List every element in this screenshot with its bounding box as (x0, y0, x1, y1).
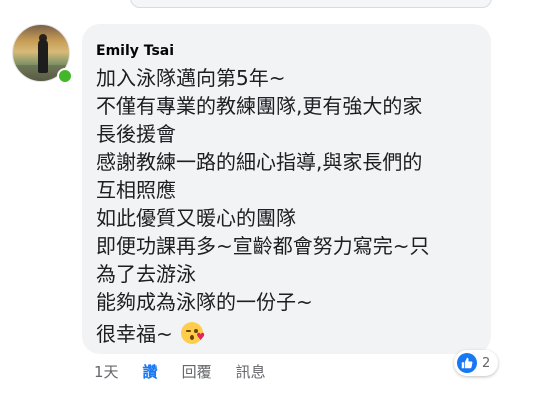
comment-closing-line: 很幸福~ ♥ (96, 320, 477, 348)
comment-line: 加入泳隊邁向第5年~ (96, 66, 286, 90)
comment-closing-text: 很幸福~ (96, 322, 173, 346)
comment-bubble: Emily Tsai 加入泳隊邁向第5年~ 不僅有專業的教練團隊,更有強大的家 … (82, 24, 491, 354)
comment-actions: 1天 讚 回覆 訊息 (94, 362, 290, 382)
emoji-heart-icon: ♥ (196, 332, 206, 343)
comment-line: 長後援會 (96, 122, 176, 146)
comment-timestamp[interactable]: 1天 (94, 362, 119, 382)
kiss-emoji-icon: ♥ (181, 322, 206, 344)
comment-line: 不僅有專業的教練團隊,更有強大的家 (96, 94, 423, 118)
comment-screen: Emily Tsai 加入泳隊邁向第5年~ 不僅有專業的教練團隊,更有強大的家 … (0, 0, 534, 400)
comment-line: 如此優質又暖心的團隊 (96, 206, 296, 230)
thumbs-up-icon (457, 353, 477, 373)
emoji-kiss-mouth (190, 335, 195, 340)
thumbs-up-glyph (461, 357, 473, 369)
like-button[interactable]: 讚 (143, 362, 158, 382)
comment-line: 能夠成為泳隊的一份子~ (96, 290, 313, 314)
comment-line: 感謝教練一路的細心指導,與家長們的 (96, 150, 423, 174)
reply-button[interactable]: 回覆 (182, 362, 212, 382)
reaction-count: 2 (482, 355, 491, 371)
avatar-person-body (38, 39, 48, 73)
online-status-dot (57, 68, 73, 84)
previous-comment-fragment (130, 0, 492, 8)
avatar-container[interactable] (12, 24, 73, 84)
comment-line: 互相照應 (96, 178, 176, 202)
reaction-summary[interactable]: 2 (454, 350, 499, 376)
message-button[interactable]: 訊息 (236, 362, 266, 382)
comment-line: 為了去游泳 (96, 262, 196, 286)
emoji-wink-eye (186, 330, 192, 332)
comment-author[interactable]: Emily Tsai (96, 42, 477, 60)
comment-line: 即便功課再多~宣齡都會努力寫完~只 (96, 234, 430, 258)
